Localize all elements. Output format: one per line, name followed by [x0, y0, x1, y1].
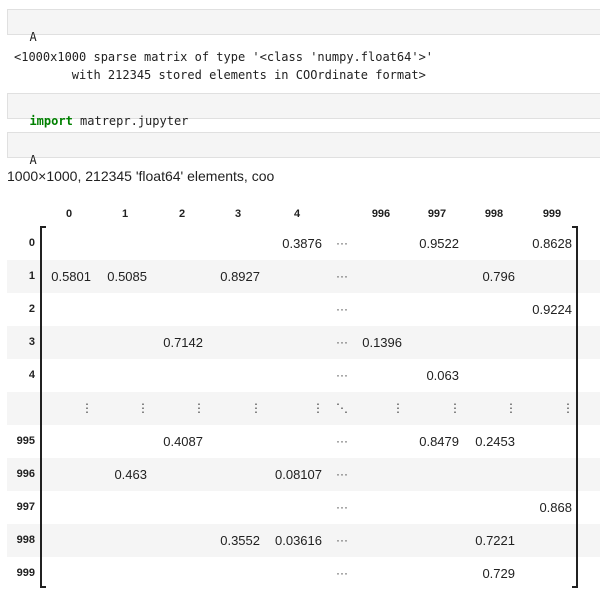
matrix-value: 0.3876: [282, 236, 322, 251]
matrix-value: 0.08107: [275, 467, 322, 482]
column-header: 1: [121, 208, 129, 220]
vertical-ellipsis: ⋮: [193, 401, 205, 415]
row-stripe: [7, 326, 600, 359]
cell-output-repr: <1000x1000 sparse matrix of type '<class…: [14, 48, 433, 84]
column-header: 0: [65, 208, 73, 220]
matrix-value: 0.9522: [419, 236, 459, 251]
horizontal-ellipsis: ···: [336, 236, 348, 250]
matrix-value: 0.4087: [163, 434, 203, 449]
code-cell-input-1[interactable]: A: [7, 9, 600, 44]
horizontal-ellipsis: ···: [336, 368, 348, 382]
vertical-ellipsis: ⋮: [505, 401, 517, 415]
row-header: 997: [16, 501, 35, 513]
row-header: 996: [16, 468, 35, 480]
row-header: 3: [28, 336, 35, 348]
matrix-summary: 1000×1000, 212345 'float64' elements, co…: [7, 168, 275, 184]
matrix-value: 0.03616: [275, 533, 322, 548]
matrix-value: 0.3552: [220, 533, 260, 548]
row-header: 998: [16, 534, 35, 546]
matrix-value: 0.063: [426, 368, 459, 383]
cell-code: A: [29, 153, 37, 167]
matrix-table: 0 1 2 3 4 996 997 998 999 0 ··· 0.3876 0.9522 0.8628 1…: [0, 196, 600, 600]
vertical-ellipsis: ⋮: [562, 401, 574, 415]
code-cell-input-3[interactable]: A: [7, 132, 600, 167]
horizontal-ellipsis: ···: [336, 434, 348, 448]
diagonal-ellipsis: ⋱: [336, 401, 348, 415]
vertical-ellipsis: ⋮: [449, 401, 461, 415]
matrix-value: 0.729: [482, 566, 515, 581]
horizontal-ellipsis: ···: [336, 566, 348, 580]
horizontal-ellipsis: ···: [336, 269, 348, 283]
matrix-value: 0.796: [482, 269, 515, 284]
row-header: 2: [28, 303, 35, 315]
matrix-value: 0.8927: [220, 269, 260, 284]
vertical-ellipsis: ⋮: [312, 401, 324, 415]
matrix-value: 0.9224: [532, 302, 572, 317]
right-bracket: [572, 226, 578, 588]
code-cell-input-2[interactable]: import matrepr.jupyter: [7, 93, 600, 128]
matrix-value: 0.7221: [475, 533, 515, 548]
horizontal-ellipsis: ···: [336, 500, 348, 514]
vertical-ellipsis: ⋮: [250, 401, 262, 415]
row-header: 4: [28, 369, 35, 381]
vertical-ellipsis: ⋮: [137, 401, 149, 415]
horizontal-ellipsis: ···: [336, 467, 348, 481]
vertical-ellipsis: ⋮: [81, 401, 93, 415]
horizontal-ellipsis: ···: [336, 533, 348, 547]
row-header: 995: [16, 435, 35, 447]
matrix-value: 0.2453: [475, 434, 515, 449]
output-line-1: <1000x1000 sparse matrix of type '<class…: [14, 50, 434, 64]
matrix-value: 0.868: [539, 500, 572, 515]
matrix-value: 0.8628: [532, 236, 572, 251]
left-bracket: [40, 226, 46, 588]
vertical-ellipsis: ⋮: [392, 401, 404, 415]
matrix-value: 0.5085: [107, 269, 147, 284]
horizontal-ellipsis: ···: [336, 302, 348, 316]
cell-code: A: [29, 30, 37, 44]
cell-code: matrepr.jupyter: [72, 114, 189, 128]
output-line-2: with 212345 stored elements in COOrdinat…: [14, 68, 426, 82]
row-header: 999: [16, 567, 35, 579]
matrix-value: 0.463: [114, 467, 147, 482]
column-header: 2: [178, 208, 186, 220]
matrix-value: 0.7142: [163, 335, 203, 350]
row-header: 0: [28, 237, 35, 249]
keyword-import: import: [29, 114, 73, 128]
matrix-value: 0.1396: [362, 335, 402, 350]
